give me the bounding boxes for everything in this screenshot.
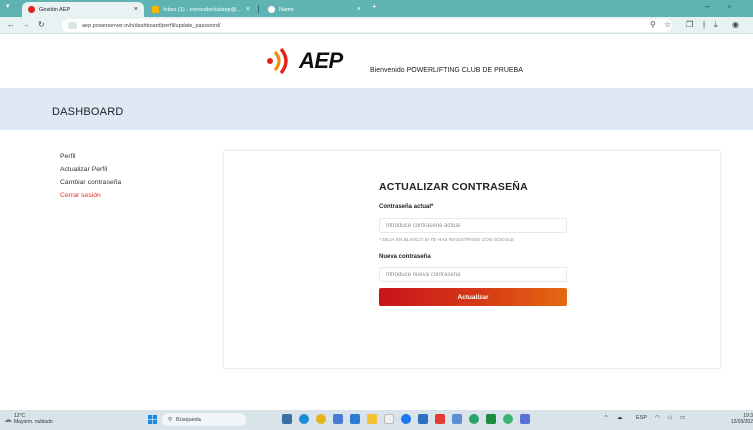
- wifi-icon[interactable]: ◠: [655, 415, 660, 421]
- new-password-input[interactable]: [379, 267, 567, 282]
- app-icon[interactable]: [350, 414, 360, 424]
- url-field[interactable]: aep.powerserver.ovh/dashboard/perfil/upd…: [62, 19, 672, 32]
- site-settings-icon[interactable]: [68, 22, 77, 29]
- new-password-label: Nueva contraseña: [379, 254, 431, 260]
- tab-name[interactable]: Name ×: [262, 2, 367, 17]
- current-password-label: Contraseña actual*: [379, 204, 434, 210]
- app-icon[interactable]: [452, 414, 462, 424]
- sidebar-item-actualizar-perfil[interactable]: Actualizar Perfil: [60, 166, 121, 173]
- close-tab-icon[interactable]: ×: [246, 6, 250, 13]
- sidebar-item-cambiar-contrasena[interactable]: Cambiar contraseña: [60, 179, 121, 186]
- tab-divider: [258, 5, 259, 13]
- logo-text: AEP: [299, 48, 343, 73]
- form-title: ACTUALIZAR CONTRASEÑA: [379, 181, 528, 193]
- facebook-icon[interactable]: [401, 414, 411, 424]
- close-tab-icon[interactable]: ×: [134, 6, 138, 13]
- tab-gestion-aep[interactable]: Gestión AEP ×: [22, 2, 144, 17]
- edge-icon[interactable]: [299, 414, 309, 424]
- bookmark-star-icon[interactable]: ☆: [664, 20, 671, 29]
- volume-icon[interactable]: ◁: [667, 415, 671, 421]
- maximize-icon[interactable]: ▫: [728, 2, 731, 11]
- new-tab-button[interactable]: +: [372, 2, 377, 11]
- zoom-icon[interactable]: ⚲: [650, 20, 656, 29]
- file-explorer-icon[interactable]: [367, 414, 377, 424]
- minimize-icon[interactable]: –: [705, 2, 709, 11]
- browser-tab-bar: ▾ Gestión AEP × Inbox (1) - correodeclub…: [0, 0, 753, 17]
- tab-label: Inbox (1) - correodeclubaep@...: [163, 6, 241, 13]
- page-title: DASHBOARD: [52, 106, 124, 118]
- url-text: aep.powerserver.ovh/dashboard/perfil/upd…: [82, 22, 221, 29]
- app-icon[interactable]: [486, 414, 496, 424]
- current-password-input[interactable]: [379, 218, 567, 233]
- clock[interactable]: 19:3 12/03/202: [720, 413, 753, 425]
- welcome-message: Bienvenido POWERLIFTING CLUB DE PRUEBA: [370, 67, 523, 74]
- taskbar-search[interactable]: ⚲ Búsqueda: [162, 413, 246, 426]
- gmail-favicon-icon: [152, 6, 159, 13]
- tab-label: Name: [279, 6, 294, 13]
- update-button[interactable]: Actualizar: [379, 288, 567, 306]
- reload-icon[interactable]: ↻: [38, 20, 45, 29]
- search-icon: ⚲: [168, 416, 173, 423]
- app-icon[interactable]: [418, 414, 428, 424]
- app-icon[interactable]: [435, 414, 445, 424]
- taskbar: ☁ 12°C Mayorm. nublado ⚲ Búsqueda ^ ☁ ES…: [0, 410, 753, 430]
- aep-favicon-icon: [28, 6, 35, 13]
- app-icon[interactable]: [469, 414, 479, 424]
- windows-start-icon[interactable]: [148, 415, 157, 424]
- search-label: Búsqueda: [176, 416, 201, 423]
- sidebar-nav: Perfil Actualizar Perfil Cambiar contras…: [60, 153, 121, 205]
- weather-widget[interactable]: 12°C Mayorm. nublado: [14, 413, 53, 425]
- app-icon[interactable]: [520, 414, 530, 424]
- google-note: * DEJA EN BLANCO SI TE HAS REGISTRADO CO…: [379, 237, 515, 242]
- task-view-icon[interactable]: [282, 414, 292, 424]
- aep-logo-mark-icon: [263, 46, 297, 76]
- battery-icon[interactable]: ▭: [680, 415, 685, 421]
- language-indicator[interactable]: ESP: [636, 415, 647, 421]
- clock-date: 12/03/202: [730, 419, 753, 425]
- tab-search-icon[interactable]: ▾: [6, 2, 10, 10]
- site-header: AEP Bienvenido POWERLIFTING CLUB DE PRUE…: [0, 34, 753, 88]
- back-arrow-icon[interactable]: ←: [7, 20, 15, 29]
- aep-logo[interactable]: AEP: [263, 46, 343, 76]
- tray-cloud-icon[interactable]: ☁: [617, 415, 623, 421]
- weather-text: Mayorm. nublado: [14, 419, 53, 425]
- close-tab-icon[interactable]: ×: [357, 6, 361, 13]
- sidebar-item-cerrar-sesion[interactable]: Cerrar sesión: [60, 192, 121, 199]
- weather-cloud-icon: ☁: [4, 415, 12, 424]
- extensions-icon[interactable]: ❐: [686, 20, 693, 29]
- address-bar-row: ← → ↻ aep.powerserver.ovh/dashboard/perf…: [0, 17, 753, 34]
- divider-icon: |: [703, 20, 706, 29]
- google-favicon-icon: [268, 6, 275, 13]
- whatsapp-icon[interactable]: [503, 414, 513, 424]
- tab-inbox[interactable]: Inbox (1) - correodeclubaep@... ×: [146, 2, 256, 17]
- tab-label: Gestión AEP: [39, 6, 71, 13]
- password-form-card: ACTUALIZAR CONTRASEÑA Contraseña actual*…: [223, 150, 721, 369]
- app-icon[interactable]: [333, 414, 343, 424]
- chrome-icon[interactable]: [316, 414, 326, 424]
- dashboard-banner: DASHBOARD: [0, 88, 753, 130]
- tray-chevron-icon[interactable]: ^: [605, 415, 608, 421]
- forward-arrow-icon[interactable]: →: [22, 20, 30, 29]
- sidebar-item-perfil[interactable]: Perfil: [60, 153, 121, 160]
- profile-icon[interactable]: ◉: [732, 20, 739, 29]
- app-icon[interactable]: [384, 414, 394, 424]
- download-icon[interactable]: ⤓: [714, 20, 718, 30]
